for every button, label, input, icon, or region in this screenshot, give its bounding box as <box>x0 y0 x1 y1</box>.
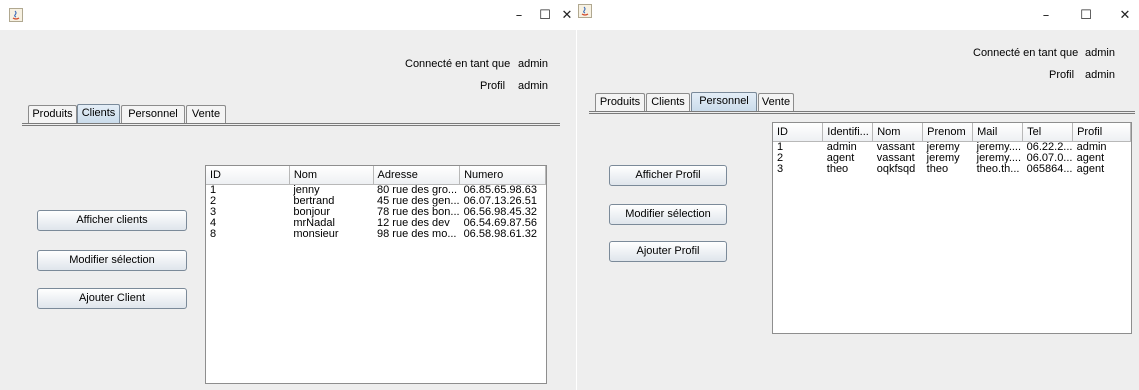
table-cell: 45 rue des gen... <box>377 195 460 207</box>
table-cell: 12 rue des dev <box>377 217 450 229</box>
table-cell: 06.85.65.98.63 <box>463 184 537 196</box>
column-header[interactable]: Mail <box>972 123 1024 142</box>
table-cell: 2 <box>210 195 217 207</box>
table-cell: 065864... <box>1026 163 1073 175</box>
connected-as-label: Connecté en tant que <box>405 58 511 70</box>
add-client-button[interactable]: Ajouter Client <box>37 288 187 309</box>
table-cell: 78 rue des bon... <box>377 206 460 218</box>
staff-window: – ☐ ✕ Connecté en tant que admin Profil … <box>577 0 1139 390</box>
connected-user-value: admin <box>1085 47 1115 59</box>
table-cell: vassant <box>876 152 915 164</box>
show-profile-button[interactable]: Afficher Profil <box>609 165 727 186</box>
title-bar[interactable]: – ☐ ✕ <box>577 0 1139 30</box>
table-cell: 2 <box>777 152 784 164</box>
java-app-icon <box>578 4 592 18</box>
staff-grid: ID Identifi... Nom Prenom Mail Tel Profil 1 adm… <box>773 123 1131 175</box>
table-cell: theo <box>826 163 849 175</box>
table-cell: theo.th... <box>976 163 1020 175</box>
table-cell: admin <box>1076 141 1107 153</box>
tab-separator <box>22 123 560 126</box>
table-cell: 1 <box>210 184 217 196</box>
table-cell: 06.56.98.45.32 <box>463 206 537 218</box>
table-cell: jeremy <box>926 141 960 153</box>
table-cell: monsieur <box>293 228 339 240</box>
table-cell: 06.54.69.87.56 <box>463 217 537 229</box>
table-cell: bonjour <box>293 206 331 218</box>
table-row[interactable]: 3 bonjour 78 rue des bon... 06.56.98.45.32 <box>206 207 546 218</box>
table-cell: 06.07.13.26.51 <box>463 195 537 207</box>
tab-produits[interactable]: Produits <box>28 105 77 124</box>
tab-vente[interactable]: Vente <box>186 105 226 124</box>
table-cell: bertrand <box>293 195 335 207</box>
column-header[interactable]: Nom <box>289 166 374 185</box>
clients-window: – ☐ ✕ Connecté en tant que admin Profil … <box>0 0 576 390</box>
title-bar[interactable]: – ☐ ✕ <box>0 0 576 30</box>
table-cell: jeremy <box>926 152 960 164</box>
edit-selection-button[interactable]: Modifier sélection <box>609 204 727 225</box>
column-header[interactable]: Adresse <box>373 166 461 185</box>
table-cell: vassant <box>876 141 915 153</box>
profile-value: admin <box>1085 69 1115 81</box>
table-cell: jeremy.... <box>976 141 1022 153</box>
close-button[interactable]: ✕ <box>1113 6 1137 26</box>
column-header[interactable]: Profil <box>1072 123 1131 142</box>
column-header[interactable]: Nom <box>872 123 924 142</box>
connected-user-value: admin <box>518 58 548 70</box>
table-cell: 8 <box>210 228 217 240</box>
table-row[interactable]: 3 theo oqkfsqd theo theo.th... 065864... agent <box>773 164 1131 175</box>
table-cell: 80 rue des gro... <box>377 184 458 196</box>
column-header[interactable]: Numero <box>459 166 546 185</box>
table-cell: 98 rue des mo... <box>377 228 457 240</box>
table-cell: oqkfsqd <box>876 163 916 175</box>
edit-selection-button[interactable]: Modifier sélection <box>37 250 187 271</box>
table-cell: jeremy.... <box>976 152 1022 164</box>
tab-clients[interactable]: Clients <box>646 93 690 112</box>
minimize-button[interactable]: – <box>1031 6 1061 26</box>
show-clients-button[interactable]: Afficher clients <box>37 210 187 231</box>
table-cell: 06.58.98.61.32 <box>463 228 537 240</box>
table-cell: agent <box>826 152 855 164</box>
tab-separator <box>589 111 1135 114</box>
column-header[interactable]: ID <box>206 166 290 185</box>
clients-table[interactable]: ID Nom Adresse Numero 1 jenny 80 rue des gro.… <box>205 165 547 384</box>
profile-value: admin <box>518 80 548 92</box>
profile-label: Profil <box>480 80 506 92</box>
table-cell: 06.22.2... <box>1026 141 1073 153</box>
column-header[interactable]: ID <box>773 123 824 142</box>
staff-table[interactable]: ID Identifi... Nom Prenom Mail Tel Profil 1 adm… <box>772 122 1132 334</box>
table-cell: agent <box>1076 163 1105 175</box>
tab-personnel[interactable]: Personnel <box>691 92 757 112</box>
table-row[interactable]: 2 agent vassant jeremy jeremy.... 06.07.0... a… <box>773 153 1131 164</box>
table-cell: 3 <box>210 206 217 218</box>
table-cell: admin <box>826 141 857 153</box>
table-row[interactable]: 1 admin vassant jeremy jeremy.... 06.22.2... a… <box>773 141 1131 153</box>
table-row[interactable]: 8 monsieur 98 rue des mo... 06.58.98.61.32 <box>206 229 546 240</box>
table-cell: 3 <box>777 163 784 175</box>
maximize-button[interactable]: ☐ <box>1071 6 1101 26</box>
connected-as-label: Connecté en tant que <box>973 47 1079 59</box>
close-button[interactable]: ✕ <box>556 6 578 26</box>
column-header[interactable]: Tel <box>1022 123 1074 142</box>
table-row[interactable]: 4 mrNadal 12 rue des dev 06.54.69.87.56 <box>206 218 546 229</box>
table-cell: 06.07.0... <box>1026 152 1073 164</box>
profile-label: Profil <box>1049 69 1075 81</box>
add-profile-button[interactable]: Ajouter Profil <box>609 241 727 262</box>
table-cell: 4 <box>210 217 217 229</box>
table-row[interactable]: 1 jenny 80 rue des gro... 06.85.65.98.63 <box>206 184 546 196</box>
table-cell: agent <box>1076 152 1105 164</box>
tab-vente[interactable]: Vente <box>758 93 794 112</box>
table-cell: 1 <box>777 141 784 153</box>
java-app-icon <box>9 8 23 22</box>
table-cell: mrNadal <box>293 217 335 229</box>
tab-personnel[interactable]: Personnel <box>121 105 185 124</box>
table-cell: theo <box>926 163 949 175</box>
tab-clients[interactable]: Clients <box>77 104 120 124</box>
table-row[interactable]: 2 bertrand 45 rue des gen... 06.07.13.26.51 <box>206 196 546 207</box>
column-header[interactable]: Identifi... <box>822 123 874 142</box>
column-header[interactable]: Prenom <box>922 123 974 142</box>
table-cell: jenny <box>293 184 320 196</box>
tab-produits[interactable]: Produits <box>595 93 645 112</box>
clients-grid: ID Nom Adresse Numero 1 jenny 80 rue des gro.… <box>206 166 546 240</box>
